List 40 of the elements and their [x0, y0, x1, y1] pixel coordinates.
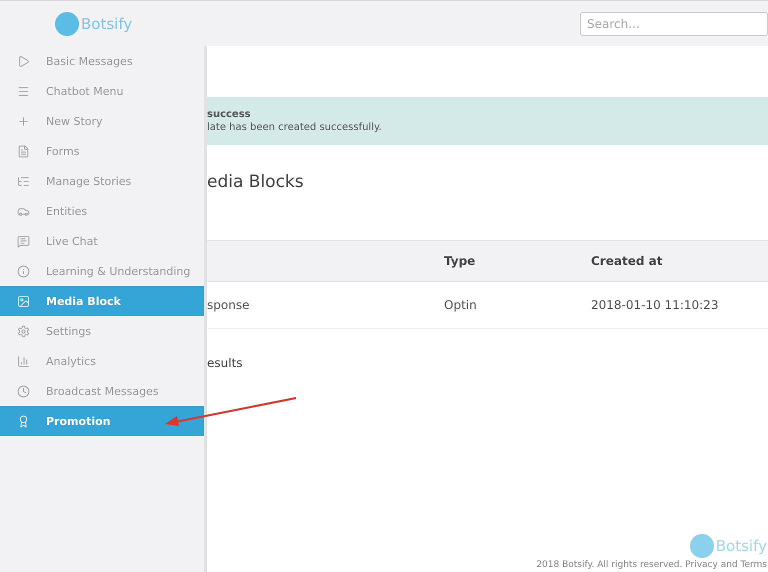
sidebar-item[interactable]: Settings: [0, 316, 204, 346]
sidebar-item[interactable]: Analytics: [0, 346, 204, 376]
sidebar-item[interactable]: Live Chat: [0, 226, 204, 256]
sidebar-item[interactable]: Entities: [0, 196, 204, 226]
logo-icon: [690, 534, 714, 558]
table-cell-text: Optin: [444, 298, 478, 312]
table-cell-text: 2018-01-10 11:10:23: [591, 298, 720, 312]
logo-text: Botsify: [81, 14, 132, 32]
menu-icon: [17, 84, 30, 98]
sidebar-item[interactable]: Media Block: [0, 286, 204, 316]
list-icon: [17, 174, 30, 188]
page-title: edia Blocks: [207, 172, 305, 194]
sidebar-item[interactable]: Basic Messages: [0, 46, 204, 76]
logo-icon: [55, 12, 79, 36]
play-icon: [17, 54, 30, 68]
sidebar-item[interactable]: Broadcast Messages: [0, 376, 204, 406]
sidebar-item[interactable]: Chatbot Menu: [0, 76, 204, 106]
alert-title: success: [207, 109, 252, 120]
sidebar-item[interactable]: Forms: [0, 136, 204, 166]
column-header: Created at: [591, 254, 664, 268]
settings-icon: [17, 324, 30, 338]
clock-icon: [17, 384, 30, 398]
plus-icon: [17, 114, 30, 128]
chat-icon: [17, 234, 30, 248]
alert-message: late has been created successfully.: [207, 122, 383, 133]
search-field[interactable]: Search...: [580, 12, 768, 36]
ribbon-icon: [17, 414, 30, 428]
column-header: Type: [444, 254, 476, 268]
results-text: esults: [207, 356, 244, 370]
image-icon: [17, 294, 30, 308]
copyright-text: 2018 Botsify. All rights reserved. Privacy and Terms: [536, 560, 767, 570]
info-icon: [17, 264, 30, 278]
sidebar-item[interactable]: Learning & Understanding: [0, 256, 204, 286]
sidebar-item[interactable]: Manage Stories: [0, 166, 204, 196]
sidebar-item[interactable]: New Story: [0, 106, 204, 136]
bar-chart-icon: [17, 354, 30, 368]
table-cell-text: sponse: [207, 298, 250, 312]
sidebar-item[interactable]: Promotion: [0, 406, 204, 436]
logo-text: Botsify: [716, 537, 767, 555]
document-icon: [17, 144, 30, 158]
